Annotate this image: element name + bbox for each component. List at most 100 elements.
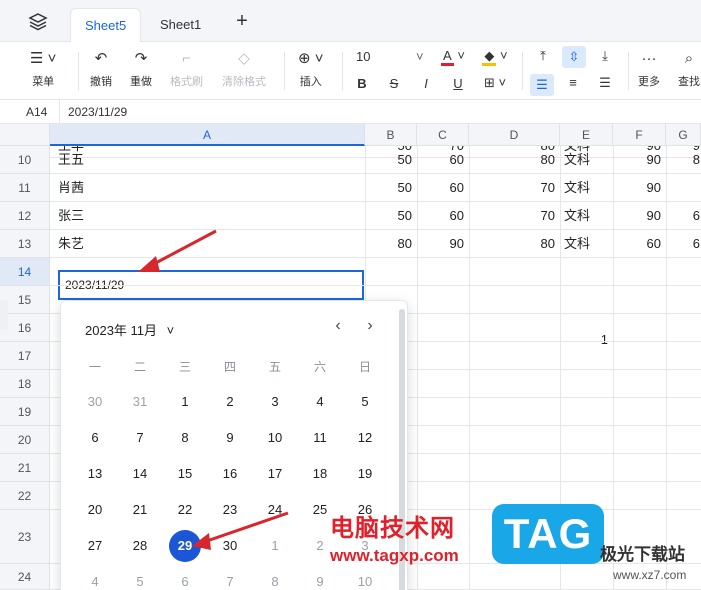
calendar-day[interactable]: 10 [259, 422, 291, 454]
side-panel-handle[interactable] [0, 300, 8, 330]
calendar-day[interactable]: 9 [304, 566, 336, 590]
cell-c-row-12[interactable]: 60 [417, 202, 464, 230]
calendar-day[interactable]: 4 [79, 566, 111, 590]
calendar-day[interactable]: 3 [259, 386, 291, 418]
cell-e-row-10[interactable]: 文科 [564, 146, 610, 174]
align-middle-icon[interactable]: ⇳ [562, 46, 586, 68]
more-button[interactable]: ··· 更多 [638, 48, 660, 89]
align-bottom-icon[interactable]: ⤓ [594, 48, 616, 64]
select-all-corner[interactable] [0, 124, 50, 146]
calendar-day[interactable]: 22 [169, 494, 201, 526]
calendar-day[interactable]: 13 [79, 458, 111, 490]
calendar-day[interactable]: 31 [124, 386, 156, 418]
calendar-day[interactable]: 21 [124, 494, 156, 526]
format-painter-button[interactable]: ⌐ 格式刷 [170, 48, 203, 89]
column-header-f[interactable]: F [613, 124, 666, 146]
cell-b-row-12[interactable]: 50 [365, 202, 412, 230]
row-header-24[interactable]: 24 [0, 564, 50, 590]
column-header-a[interactable]: A [50, 124, 365, 146]
calendar-day[interactable]: 15 [169, 458, 201, 490]
cell-c-row-13[interactable]: 90 [417, 230, 464, 258]
clear-format-button[interactable]: ◇ 清除格式 [222, 48, 266, 89]
menu-button[interactable]: ☰ ˅ 菜单 [30, 48, 56, 89]
row-header-18[interactable]: 18 [0, 370, 50, 398]
name-box[interactable]: A14 [0, 100, 60, 124]
cell-e16[interactable]: 1 [560, 332, 608, 347]
calendar-day[interactable]: 9 [214, 422, 246, 454]
calendar-day[interactable]: 28 [124, 530, 156, 562]
row-header-17[interactable]: 17 [0, 342, 50, 370]
calendar-day[interactable]: 19 [349, 458, 381, 490]
tab-sheet5[interactable]: Sheet5 [70, 8, 142, 43]
row-header-22[interactable]: 22 [0, 482, 50, 510]
undo-button[interactable]: ↶ 撤销 [90, 48, 112, 89]
calendar-day[interactable]: 18 [304, 458, 336, 490]
cell-g-row-10[interactable]: 8 [666, 146, 700, 174]
calendar-day[interactable]: 6 [169, 566, 201, 590]
row-header-10[interactable]: 10 [0, 146, 50, 174]
calendar-day[interactable]: 1 [259, 530, 291, 562]
calendar-day[interactable]: 5 [349, 386, 381, 418]
cell-e-row-11[interactable]: 文科 [564, 174, 610, 202]
row-header-23[interactable]: 23 [0, 510, 50, 564]
row-header-13[interactable]: 13 [0, 230, 50, 258]
row-header-14[interactable]: 14 [0, 258, 50, 286]
calendar-day[interactable]: 16 [214, 458, 246, 490]
next-month-icon[interactable]: › [360, 317, 380, 335]
selected-day[interactable]: 29 [169, 530, 201, 562]
row-header-19[interactable]: 19 [0, 398, 50, 426]
calendar-day[interactable]: 2 [214, 386, 246, 418]
cell-d-row-13[interactable]: 80 [469, 230, 555, 258]
row-header-21[interactable]: 21 [0, 454, 50, 482]
redo-button[interactable]: ↷ 重做 [130, 48, 152, 89]
calendar-day[interactable]: 7 [214, 566, 246, 590]
cell-f-row-12[interactable]: 90 [613, 202, 661, 230]
calendar-day[interactable]: 10 [349, 566, 381, 590]
calendar-day[interactable]: 8 [169, 422, 201, 454]
calendar-day[interactable]: 1 [169, 386, 201, 418]
add-sheet-icon[interactable]: + [232, 11, 252, 32]
find-button[interactable]: ⌕ 查找 [678, 48, 700, 89]
align-top-icon[interactable]: ⤒ [532, 48, 554, 64]
cell-name-row-10[interactable]: 王五 [58, 146, 348, 174]
prev-month-icon[interactable]: ‹ [328, 317, 348, 335]
calendar-day[interactable]: 30 [79, 386, 111, 418]
cell-g-row-13[interactable]: 6 [666, 230, 700, 258]
cell-e-row-13[interactable]: 文科 [564, 230, 610, 258]
column-header-d[interactable]: D [469, 124, 560, 146]
cell-e-row-12[interactable]: 文科 [564, 202, 610, 230]
cell-d-row-10[interactable]: 80 [469, 146, 555, 174]
calendar-day[interactable]: 11 [304, 422, 336, 454]
cell-name-row-12[interactable]: 张三 [58, 202, 348, 230]
calendar-day[interactable]: 20 [79, 494, 111, 526]
cell-g-row-12[interactable]: 6 [666, 202, 700, 230]
calendar-day[interactable]: 12 [349, 422, 381, 454]
cell-name-row-11[interactable]: 肖茜 [58, 174, 348, 202]
formula-input[interactable]: 2023/11/29 [68, 100, 127, 124]
cell-d-row-12[interactable]: 70 [469, 202, 555, 230]
calendar-day[interactable]: 4 [304, 386, 336, 418]
insert-button[interactable]: ⊕ ˅ 插入 [298, 48, 324, 89]
cell-b-row-10[interactable]: 50 [365, 146, 412, 174]
calendar-day[interactable]: 30 [214, 530, 246, 562]
bold-icon[interactable]: B [352, 76, 372, 91]
calendar-day[interactable]: 23 [214, 494, 246, 526]
cell-g-row-11[interactable] [666, 174, 700, 202]
align-center-icon[interactable]: ≡ [562, 75, 584, 90]
calendar-day[interactable]: 5 [124, 566, 156, 590]
cell-f-row-13[interactable]: 60 [613, 230, 661, 258]
calendar-day[interactable]: 17 [259, 458, 291, 490]
calendar-day[interactable]: 24 [259, 494, 291, 526]
column-header-e[interactable]: E [560, 124, 613, 146]
cell-b-row-13[interactable]: 80 [365, 230, 412, 258]
font-size-select[interactable]: 10 ˅ [350, 49, 430, 64]
fill-color-button[interactable]: ◆ ˅ [478, 48, 512, 66]
row-header-12[interactable]: 12 [0, 202, 50, 230]
cell-c-row-10[interactable]: 60 [417, 146, 464, 174]
font-color-button[interactable]: A ˅ [436, 48, 470, 66]
row-header-20[interactable]: 20 [0, 426, 50, 454]
strikethrough-icon[interactable]: S [384, 76, 404, 91]
cell-name-row-13[interactable]: 朱艺 [58, 230, 348, 258]
italic-icon[interactable]: I [416, 76, 436, 91]
month-select[interactable]: 2023年 11月 ˅ [85, 320, 174, 339]
